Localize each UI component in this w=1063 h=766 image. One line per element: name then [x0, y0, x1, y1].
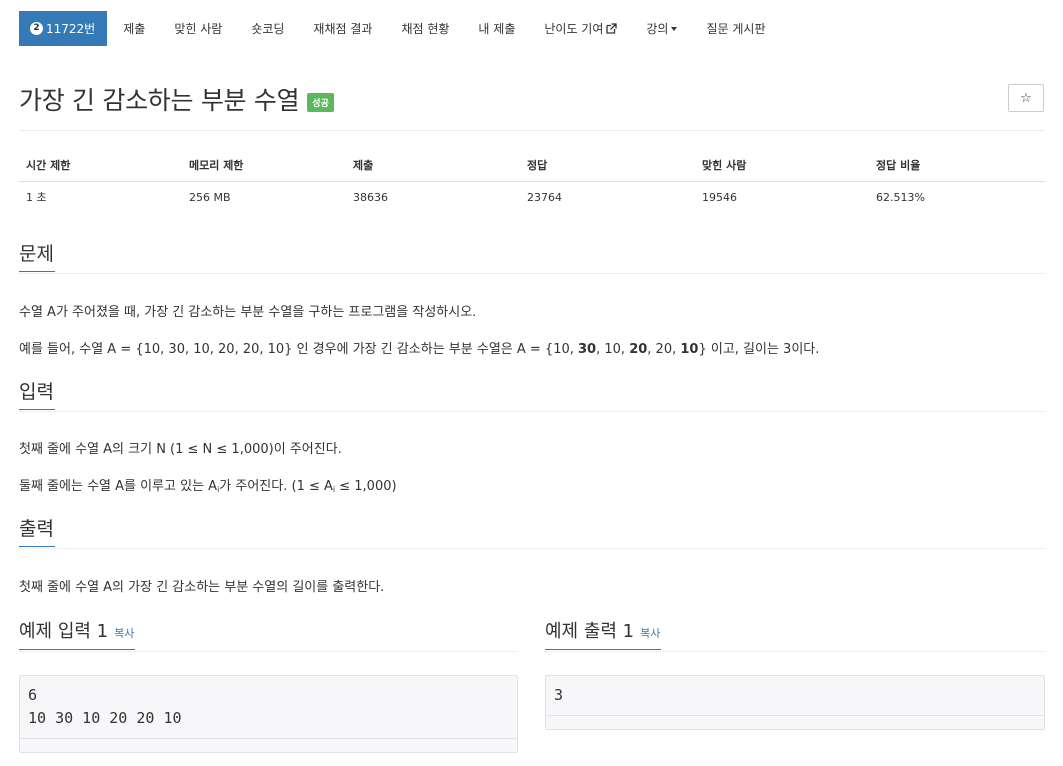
nav-item-label: 11722번: [46, 22, 96, 36]
caret-down-icon: [671, 26, 678, 31]
header-submissions: 제출: [346, 150, 520, 182]
section-title: 입력: [19, 380, 55, 410]
nav-item-lectures[interactable]: 강의: [646, 11, 678, 46]
external-link-icon: [606, 23, 618, 34]
input-section-header: 입력: [19, 380, 1045, 412]
level-badge-icon: 2: [30, 22, 43, 35]
nav-item-my-submissions[interactable]: 내 제출: [478, 11, 515, 46]
section-title: 문제: [19, 242, 55, 272]
divider: [19, 130, 1045, 131]
nav-item-problem-number[interactable]: 2 11722번: [19, 11, 108, 46]
title-row: 가장 긴 감소하는 부분 수열 성공: [19, 81, 334, 117]
header-time-limit: 시간 제한: [19, 150, 182, 182]
problem-section-header: 문제: [19, 242, 1045, 274]
output-description: 첫째 줄에 수열 A의 가장 긴 감소하는 부분 수열의 길이를 출력한다.: [19, 580, 385, 595]
nav-item-submit[interactable]: 제출: [123, 11, 145, 46]
sample-output-box[interactable]: 3: [545, 675, 1045, 730]
header-solvers: 맞힌 사람: [695, 150, 869, 182]
favorite-star-button[interactable]: ☆: [1008, 84, 1044, 112]
nav-item-status[interactable]: 채점 현황: [401, 11, 449, 46]
status-badge: 성공: [307, 92, 334, 112]
header-memory-limit: 메모리 제한: [182, 150, 346, 182]
star-icon: ☆: [1020, 90, 1032, 106]
nav-item-board[interactable]: 질문 게시판: [706, 11, 765, 46]
problem-nav: 2 11722번 제출 맞힌 사람 숏코딩 재채점 결과 채점 현황 내 제출 …: [19, 11, 778, 46]
page-title: 가장 긴 감소하는 부분 수열: [19, 86, 300, 115]
submissions-value: 38636: [353, 190, 388, 204]
nav-item-solvers[interactable]: 맞힌 사람: [174, 11, 222, 46]
problem-example-text: 예를 들어, 수열 A = {10, 30, 10, 20, 20, 10} 인…: [19, 342, 820, 357]
sample-input-text: 6 10 30 10 20 20 10: [28, 686, 182, 727]
scrollbar-track: [20, 738, 517, 752]
nav-item-difficulty[interactable]: 난이도 기여: [544, 11, 618, 46]
scrollbar-track: [546, 715, 1044, 729]
accepted-value: 23764: [527, 190, 562, 204]
table-row: 1 초 256 MB 38636 23764 19546 62.513%: [19, 181, 1045, 213]
sample-output-header: 예제 출력 1 복사: [545, 620, 1045, 652]
table-header-row: 시간 제한 메모리 제한 제출 정답 맞힌 사람 정답 비율: [19, 150, 1045, 182]
nav-item-rejudge[interactable]: 재채점 결과: [313, 11, 372, 46]
solvers-value: 19546: [702, 190, 737, 204]
section-title: 예제 출력 1 복사: [545, 620, 662, 650]
input-description-1: 첫째 줄에 수열 A의 크기 N (1 ≤ N ≤ 1,000)이 주어진다.: [19, 442, 342, 457]
problem-description: 수열 A가 주어졌을 때, 가장 긴 감소하는 부분 수열을 구하는 프로그램을…: [19, 305, 477, 320]
sample-output-text: 3: [554, 686, 564, 704]
copy-output-link[interactable]: 복사: [640, 627, 660, 640]
nav-item-short-coding[interactable]: 숏코딩: [251, 11, 284, 46]
copy-input-link[interactable]: 복사: [114, 627, 134, 640]
header-ratio: 정답 비율: [869, 150, 1045, 182]
section-title: 출력: [19, 517, 55, 547]
section-title: 예제 입력 1 복사: [19, 620, 136, 650]
time-limit-value: 1 초: [26, 191, 47, 205]
problem-info-table: 시간 제한 메모리 제한 제출 정답 맞힌 사람 정답 비율 1 초 256 M…: [19, 150, 1045, 213]
ratio-value: 62.513%: [876, 190, 925, 204]
memory-limit-value: 256 MB: [189, 190, 231, 204]
sample-input-header: 예제 입력 1 복사: [19, 620, 517, 652]
input-description-2: 둘째 줄에는 수열 A를 이루고 있는 Ai가 주어진다. (1 ≤ Ai ≤ …: [19, 479, 397, 494]
output-section-header: 출력: [19, 517, 1045, 549]
header-accepted: 정답: [520, 150, 695, 182]
sample-input-box[interactable]: 6 10 30 10 20 20 10: [19, 675, 518, 753]
